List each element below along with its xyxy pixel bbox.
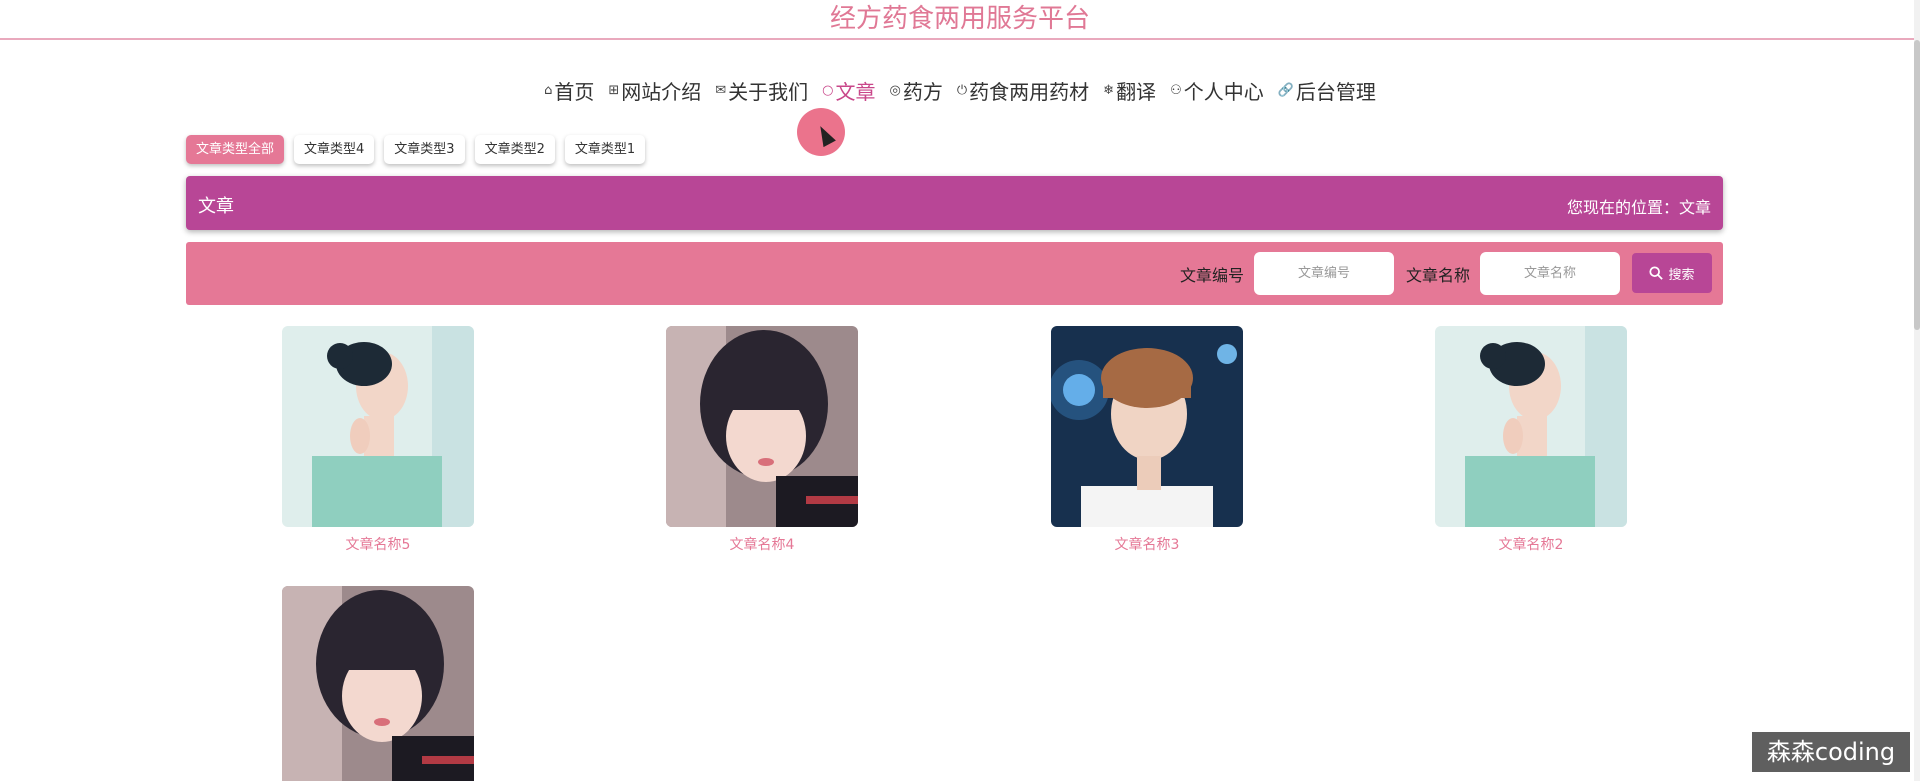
article-card[interactable]: 文章名称5 [282, 326, 474, 554]
article-thumbnail[interactable] [282, 586, 474, 781]
article-name[interactable]: 文章名称5 [282, 534, 474, 554]
article-thumbnail[interactable] [666, 326, 858, 527]
home-icon: ⌂ [544, 82, 553, 98]
breadcrumb: 文章 您现在的位置：文章 [186, 176, 1723, 230]
circle-icon: ○ [822, 82, 834, 98]
article-card[interactable]: 文章名称3 [1051, 326, 1243, 554]
search-bar: 文章编号 文章名称 搜索 [186, 242, 1723, 305]
power-icon: ⏻ [956, 82, 968, 98]
header-divider [0, 38, 1915, 40]
category-tab-all[interactable]: 文章类型全部 [186, 135, 285, 164]
nav-item-label: 药食两用药材 [969, 79, 1090, 104]
article-number-label: 文章编号 [1180, 266, 1245, 285]
category-tab-type2[interactable]: 文章类型2 [474, 135, 555, 164]
nav-item-prescriptions[interactable]: ◎ 药方 [890, 76, 943, 105]
mail-icon: ✉ [715, 82, 727, 98]
category-tab-type4[interactable]: 文章类型4 [294, 135, 375, 164]
nav-item-label: 个人中心 [1183, 79, 1264, 104]
globe-icon: ◎ [889, 82, 901, 98]
article-thumbnail[interactable] [1051, 326, 1243, 527]
article-thumbnail[interactable] [1435, 326, 1627, 527]
category-tab-type1[interactable]: 文章类型1 [564, 135, 646, 164]
nav-item-about-us[interactable]: ✉ 关于我们 [715, 76, 808, 105]
nav-item-articles[interactable]: ○ 文章 [822, 76, 875, 105]
nav-item-label: 翻译 [1116, 79, 1157, 104]
user-icon: ⚇ [1170, 82, 1182, 98]
article-name-input[interactable] [1480, 252, 1620, 295]
article-name[interactable]: 文章名称2 [1435, 534, 1627, 554]
main-nav: ⌂ 首页 ⊞ 网站介绍 ✉ 关于我们 ○ 文章 ◎ 药方 ⏻ 药食两用药材 ❄ … [0, 70, 1920, 110]
category-tab-type3[interactable]: 文章类型3 [384, 135, 465, 164]
nav-item-label: 后台管理 [1295, 79, 1376, 104]
article-card[interactable] [282, 586, 474, 781]
current-location: 您现在的位置：文章 [1566, 198, 1711, 217]
link-icon: 🔗 [1277, 82, 1294, 98]
article-card[interactable]: 文章名称4 [666, 326, 858, 554]
article-name[interactable]: 文章名称4 [666, 534, 858, 554]
nav-item-home[interactable]: ⌂ 首页 [544, 76, 594, 105]
nav-item-herbs[interactable]: ⏻ 药食两用药材 [957, 76, 1089, 105]
page-title: 文章 [198, 196, 234, 217]
nav-item-label: 首页 [554, 79, 595, 104]
search-button-label: 搜索 [1668, 267, 1695, 283]
scrollbar[interactable] [1914, 0, 1920, 781]
scrollbar-thumb[interactable] [1914, 40, 1920, 330]
nav-item-label: 文章 [835, 79, 876, 104]
nav-item-site-intro[interactable]: ⊞ 网站介绍 [608, 76, 701, 105]
site-title: 经方药食两用服务平台 [829, 4, 1090, 34]
category-tabs: 文章类型全部 文章类型4 文章类型3 文章类型2 文章类型1 [186, 135, 655, 164]
article-name[interactable]: 文章名称3 [1051, 534, 1243, 554]
article-card[interactable]: 文章名称2 [1435, 326, 1627, 554]
article-thumbnail[interactable] [282, 326, 474, 527]
snowflake-icon: ❄ [1103, 82, 1115, 98]
nav-item-personal-center[interactable]: ⚇ 个人中心 [1170, 76, 1264, 105]
watermark: 森森coding [1752, 732, 1910, 772]
nav-item-translate[interactable]: ❄ 翻译 [1103, 76, 1156, 105]
search-button[interactable]: 搜索 [1632, 253, 1712, 293]
nav-item-label: 网站介绍 [621, 79, 702, 104]
nav-item-label: 关于我们 [728, 79, 809, 104]
article-number-input[interactable] [1254, 252, 1394, 295]
grid-icon: ⊞ [608, 82, 620, 98]
nav-item-label: 药方 [902, 79, 943, 104]
search-icon [1649, 266, 1664, 280]
article-name-label: 文章名称 [1406, 266, 1471, 285]
nav-item-admin[interactable]: 🔗 后台管理 [1278, 76, 1376, 105]
